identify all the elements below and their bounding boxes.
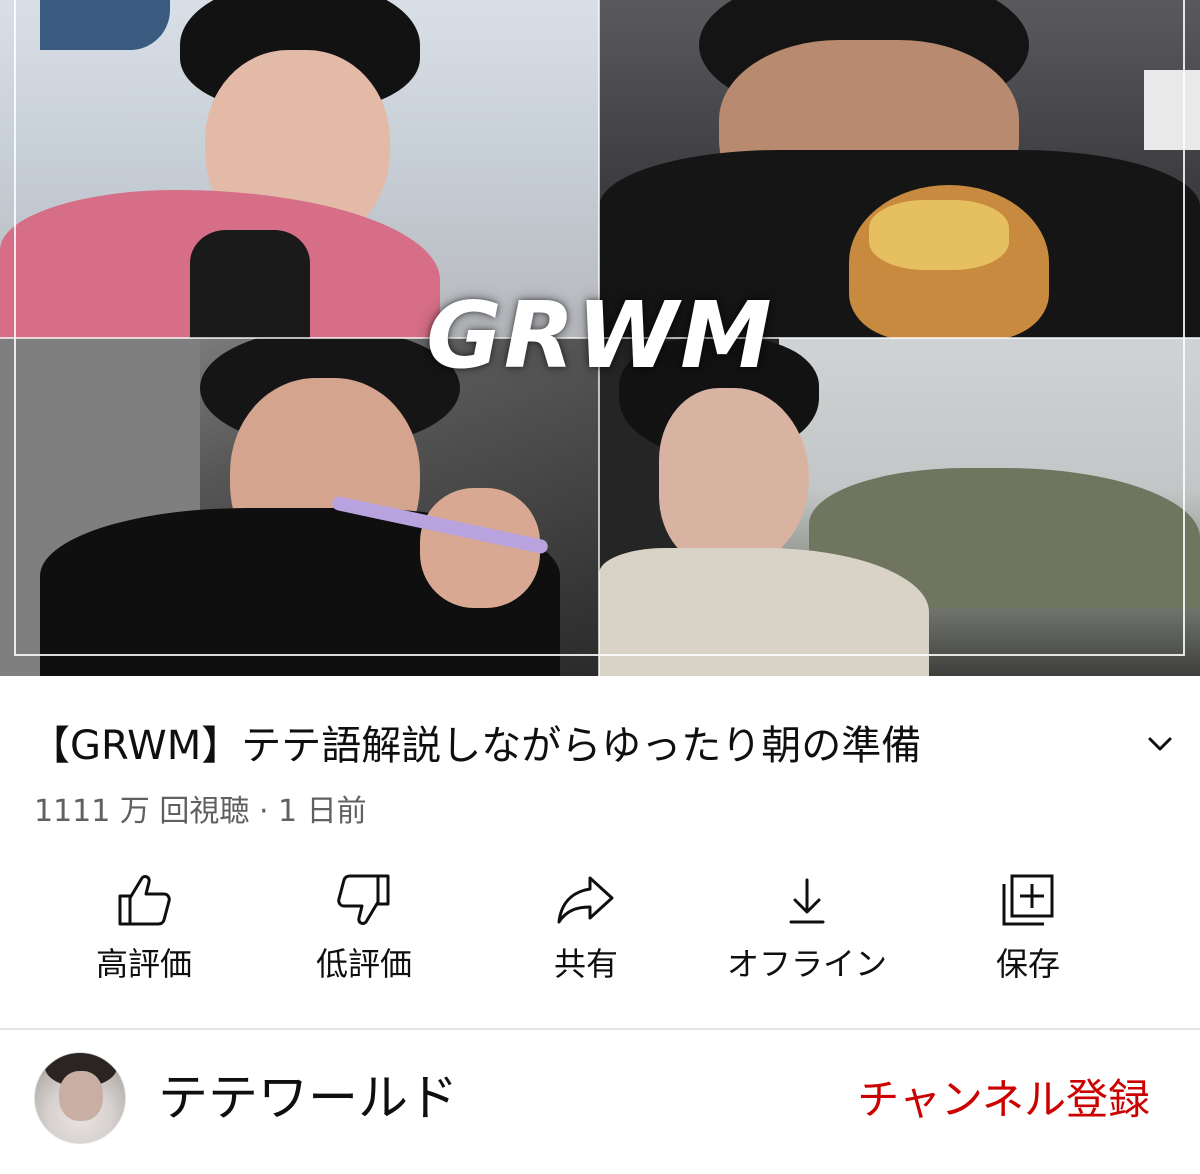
save-label: 保存 bbox=[995, 945, 1060, 983]
thumbnail-overlay-text: GRWM bbox=[426, 282, 774, 389]
share-button[interactable]: 共有 bbox=[476, 870, 696, 1000]
chevron-down-icon bbox=[1148, 737, 1172, 751]
save-to-playlist-icon bbox=[1002, 874, 1054, 926]
save-button[interactable]: 保存 bbox=[918, 870, 1138, 1000]
share-icon bbox=[557, 876, 614, 924]
download-button[interactable]: オフライン bbox=[697, 870, 917, 1000]
video-meta: 1111 万 回視聴 · 1 日前 bbox=[34, 794, 367, 829]
download-icon bbox=[789, 878, 825, 924]
share-label: 共有 bbox=[553, 945, 618, 983]
thumbs-up-icon bbox=[118, 875, 171, 926]
like-label: 高評価 bbox=[95, 945, 192, 983]
video-thumbnail[interactable]: GRWM bbox=[0, 0, 1200, 676]
subscribe-button[interactable]: チャンネル登録 bbox=[857, 1070, 1150, 1130]
section-separator bbox=[0, 1028, 1200, 1030]
video-title: 【GRWM】テテ語解説しながらゆったり朝の準備 bbox=[30, 723, 922, 769]
action-bar: 高評価 低評価 共有 オフライン 保存 bbox=[0, 870, 1200, 1000]
channel-name[interactable]: テテワールド bbox=[158, 1066, 458, 1130]
dislike-button[interactable]: 低評価 bbox=[254, 870, 474, 1000]
dislike-label: 低評価 bbox=[315, 945, 412, 983]
like-button[interactable]: 高評価 bbox=[34, 870, 254, 1000]
channel-avatar[interactable] bbox=[34, 1052, 126, 1144]
avatar-face-shape bbox=[59, 1071, 103, 1121]
thumbs-down-icon bbox=[337, 874, 390, 925]
download-label: オフライン bbox=[726, 945, 887, 983]
expand-description-button[interactable] bbox=[1138, 722, 1182, 766]
